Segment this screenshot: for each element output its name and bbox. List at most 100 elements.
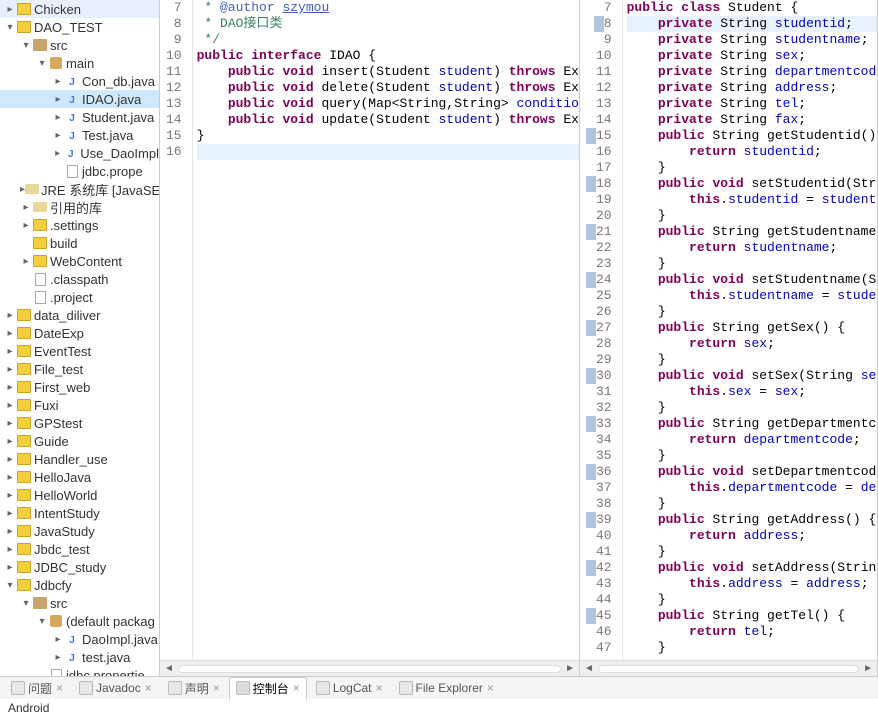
tree-item[interactable]: ▾Jdbcfy (0, 576, 159, 594)
tree-arrow-icon[interactable]: ▸ (4, 418, 16, 429)
code-content-right[interactable]: public class Student { private String st… (623, 0, 877, 660)
tree-item[interactable]: build (0, 234, 159, 252)
tree-arrow-icon[interactable]: ▸ (52, 148, 63, 159)
code-line[interactable]: public class Student { (627, 0, 877, 16)
tree-arrow-icon[interactable]: ▸ (4, 526, 16, 537)
code-content-left[interactable]: * @author szymou * DAO接口类 */public inter… (193, 0, 579, 660)
tree-arrow-icon[interactable]: ▸ (52, 652, 64, 663)
code-line[interactable]: } (627, 208, 877, 224)
code-line[interactable]: this.studentid = studenti (627, 192, 877, 208)
tree-arrow-icon[interactable]: ▸ (52, 130, 64, 141)
hscroll-left[interactable]: ◄ ► (160, 660, 579, 676)
tree-arrow-icon[interactable]: ▸ (4, 508, 16, 519)
tree-arrow-icon[interactable]: ▸ (4, 472, 16, 483)
code-line[interactable]: public void query(Map<String,String> con… (197, 96, 579, 112)
tree-arrow-icon[interactable]: ▸ (4, 544, 16, 555)
close-icon[interactable]: × (376, 681, 383, 695)
tree-arrow-icon[interactable]: ▾ (20, 40, 32, 51)
tree-item[interactable]: ▸HelloWorld (0, 486, 159, 504)
close-icon[interactable]: × (293, 681, 300, 695)
tree-item[interactable]: jdbc.prope (0, 162, 159, 180)
code-line[interactable]: } (197, 128, 579, 144)
tree-arrow-icon[interactable]: ▾ (4, 22, 16, 33)
tree-arrow-icon[interactable]: ▸ (4, 328, 16, 339)
code-line[interactable]: private String address; (627, 80, 877, 96)
scroll-right-icon[interactable]: ► (863, 663, 873, 674)
tab-声明[interactable]: 声明× (161, 677, 227, 700)
tree-item[interactable]: ▸test.java (0, 648, 159, 666)
tree-item[interactable]: ▸引用的库 (0, 198, 159, 216)
tree-arrow-icon[interactable]: ▸ (4, 310, 16, 321)
tree-arrow-icon[interactable]: ▾ (4, 580, 16, 591)
tree-arrow-icon[interactable]: ▸ (4, 346, 16, 357)
tree-item[interactable]: ▸JavaStudy (0, 522, 159, 540)
scroll-left-icon[interactable]: ◄ (164, 663, 174, 674)
tree-item[interactable]: ▸IntentStudy (0, 504, 159, 522)
tree-arrow-icon[interactable]: ▾ (36, 58, 48, 69)
code-line[interactable]: return studentid; (627, 144, 877, 160)
code-line[interactable]: public interface IDAO { (197, 48, 579, 64)
code-line[interactable]: public String getStudentname() (627, 224, 877, 240)
tree-arrow-icon[interactable]: ▾ (36, 616, 48, 627)
code-line[interactable]: } (627, 448, 877, 464)
code-line[interactable]: } (627, 496, 877, 512)
tree-item[interactable]: ▸Guide (0, 432, 159, 450)
tree-item[interactable]: ▸data_diliver (0, 306, 159, 324)
code-line[interactable]: } (627, 160, 877, 176)
tree-item[interactable]: ▸JDBC_study (0, 558, 159, 576)
code-line[interactable]: public String getSex() { (627, 320, 877, 336)
code-line[interactable]: * @author szymou (197, 0, 579, 16)
tree-arrow-icon[interactable]: ▸ (4, 400, 16, 411)
code-line[interactable]: * DAO接口类 (197, 16, 579, 32)
tree-item[interactable]: ▸JRE 系统库 [JavaSE (0, 180, 159, 198)
code-line[interactable]: return tel; (627, 624, 877, 640)
tree-item[interactable]: ▾src (0, 594, 159, 612)
tree-item[interactable]: jdbc.propertie (0, 666, 159, 676)
code-line[interactable]: } (627, 352, 877, 368)
scroll-track[interactable] (178, 665, 561, 673)
code-line[interactable]: public String getTel() { (627, 608, 877, 624)
tree-arrow-icon[interactable]: ▸ (4, 490, 16, 501)
code-area-left[interactable]: 78910111213141516 * @author szymou * DAO… (160, 0, 579, 660)
tree-arrow-icon[interactable]: ▾ (20, 598, 32, 609)
code-line[interactable]: } (627, 640, 877, 656)
tree-item[interactable]: ▾src (0, 36, 159, 54)
close-icon[interactable]: × (213, 681, 220, 695)
tree-arrow-icon[interactable]: ▸ (52, 634, 64, 645)
code-line[interactable]: public void update(Student student) thro… (197, 112, 579, 128)
tree-item[interactable]: .project (0, 288, 159, 306)
code-line[interactable]: public String getStudentid() { (627, 128, 877, 144)
code-line[interactable]: private String fax; (627, 112, 877, 128)
tree-item[interactable]: ▸File_test (0, 360, 159, 378)
code-line[interactable]: } (627, 544, 877, 560)
code-line[interactable]: return studentname; (627, 240, 877, 256)
tree-item[interactable]: ▸Student.java (0, 108, 159, 126)
code-line[interactable]: public void delete(Student student) thro… (197, 80, 579, 96)
code-line[interactable]: private String studentname; (627, 32, 877, 48)
tree-arrow-icon[interactable]: ▸ (4, 454, 16, 465)
tree-item[interactable]: ▸Test.java (0, 126, 159, 144)
package-explorer[interactable]: ▸Chicken▾DAO_TEST▾src▾main▸Con_db.java▸I… (0, 0, 160, 676)
code-line[interactable]: } (627, 400, 877, 416)
scroll-left-icon[interactable]: ◄ (584, 663, 594, 674)
code-line[interactable]: */ (197, 32, 579, 48)
code-line[interactable]: return address; (627, 528, 877, 544)
code-line[interactable]: this.sex = sex; (627, 384, 877, 400)
code-line[interactable]: private String sex; (627, 48, 877, 64)
code-line[interactable]: } (627, 592, 877, 608)
console-body[interactable]: Android (0, 699, 878, 717)
tab-Javadoc[interactable]: Javadoc× (72, 678, 159, 698)
code-line[interactable]: public void setStudentname(St (627, 272, 877, 288)
code-line[interactable]: private String studentid; (627, 16, 877, 32)
tree-item[interactable]: ▸Con_db.java (0, 72, 159, 90)
code-line[interactable]: private String tel; (627, 96, 877, 112)
code-line[interactable]: public void setDepartmentcode (627, 464, 877, 480)
tree-arrow-icon[interactable]: ▸ (4, 364, 16, 375)
tree-item[interactable]: ▸WebContent (0, 252, 159, 270)
tree-item[interactable]: ▸DaoImpl.java (0, 630, 159, 648)
code-line[interactable]: public void setAddress(String (627, 560, 877, 576)
tree-item[interactable]: ▸.settings (0, 216, 159, 234)
tree-arrow-icon[interactable]: ▸ (52, 94, 64, 105)
scroll-track[interactable] (598, 665, 859, 673)
close-icon[interactable]: × (56, 681, 63, 695)
